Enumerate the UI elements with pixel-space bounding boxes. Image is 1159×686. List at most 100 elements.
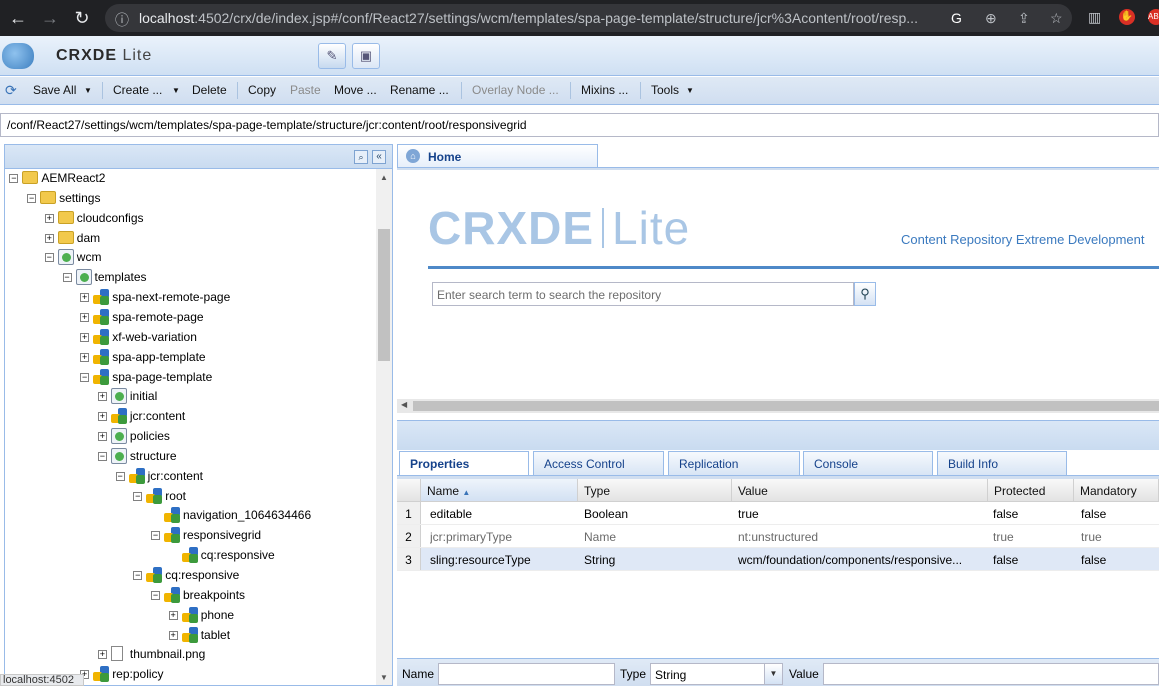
expand-toggle-icon[interactable]: +: [168, 630, 178, 640]
search-icon[interactable]: ⚲: [854, 282, 876, 306]
tree-node[interactable]: − responsivegrid: [5, 526, 371, 546]
copy-button[interactable]: Copy: [248, 83, 276, 97]
collapse-toggle-icon[interactable]: −: [44, 253, 54, 263]
collapse-toggle-icon[interactable]: −: [27, 193, 37, 203]
tree-node[interactable]: + phone: [5, 606, 371, 626]
tree-node[interactable]: + spa-next-remote-page: [5, 288, 371, 308]
paste-button[interactable]: Paste: [290, 83, 321, 97]
expand-toggle-icon[interactable]: +: [97, 650, 107, 660]
expand-toggle-icon[interactable]: +: [168, 610, 178, 620]
tree-scrollbar[interactable]: ▲ ▼: [376, 169, 392, 685]
scroll-up-icon[interactable]: ▲: [380, 173, 388, 182]
tree-node[interactable]: + xf-web-variation: [5, 328, 371, 348]
extension-hand-icon[interactable]: ✋: [1119, 9, 1135, 25]
tree-node[interactable]: − AEMReact2: [5, 169, 371, 189]
expand-toggle-icon[interactable]: +: [80, 293, 90, 303]
table-row[interactable]: 3 sling:resourceType String wcm/foundati…: [397, 548, 1159, 571]
tree-node[interactable]: − wcm: [5, 248, 371, 268]
back-icon[interactable]: ←: [6, 6, 30, 30]
mixins-button[interactable]: Mixins ...: [581, 83, 628, 97]
tree-node[interactable]: + spa-remote-page: [5, 308, 371, 328]
scroll-down-icon[interactable]: ▼: [380, 673, 388, 682]
tree-node[interactable]: − spa-page-template: [5, 368, 371, 388]
expand-toggle-icon[interactable]: +: [97, 412, 107, 422]
column-header-type[interactable]: Type: [578, 479, 732, 502]
forward-icon[interactable]: →: [38, 6, 62, 30]
tree-node[interactable]: − root: [5, 487, 371, 507]
move-button[interactable]: Move ...: [334, 83, 377, 97]
column-header-value[interactable]: Value: [732, 479, 988, 502]
tree-node[interactable]: + tablet: [5, 626, 371, 646]
scroll-left-icon[interactable]: ◀: [401, 400, 407, 409]
delete-button[interactable]: Delete: [192, 83, 227, 97]
collapse-toggle-icon[interactable]: −: [97, 451, 107, 461]
crxde-tools-button[interactable]: ✎: [318, 43, 346, 69]
chevron-down-icon[interactable]: ▼: [764, 664, 782, 684]
tree-node[interactable]: − cq:responsive: [5, 566, 371, 586]
package-manager-button[interactable]: ▣: [352, 43, 380, 69]
scrollbar-thumb[interactable]: [378, 229, 390, 361]
tree-node[interactable]: − breakpoints: [5, 586, 371, 606]
tree-node[interactable]: − settings: [5, 189, 371, 209]
repository-search-input[interactable]: Enter search term to search the reposito…: [432, 282, 854, 306]
zoom-icon[interactable]: ⊕: [985, 10, 997, 27]
expand-toggle-icon[interactable]: +: [44, 233, 54, 243]
expand-toggle-icon[interactable]: +: [80, 352, 90, 362]
tree-node[interactable]: + dam: [5, 229, 371, 249]
refresh-icon[interactable]: ⟳: [5, 82, 17, 99]
tab-properties[interactable]: Properties: [399, 451, 529, 476]
chevron-down-icon[interactable]: ▼: [84, 86, 92, 95]
expand-toggle-icon[interactable]: +: [97, 392, 107, 402]
tree-node[interactable]: + thumbnail.png: [5, 645, 371, 665]
adblock-icon[interactable]: AB: [1148, 9, 1159, 25]
chevron-down-icon[interactable]: ▼: [172, 86, 180, 95]
tree-node[interactable]: − structure: [5, 447, 371, 467]
property-name-input[interactable]: [438, 663, 615, 685]
tree-node[interactable]: − jcr:content: [5, 467, 371, 487]
collapse-toggle-icon[interactable]: −: [115, 471, 125, 481]
tab-access-control[interactable]: Access Control: [533, 451, 664, 475]
expand-toggle-icon[interactable]: +: [80, 332, 90, 342]
collapse-toggle-icon[interactable]: −: [151, 531, 160, 541]
collapse-toggle-icon[interactable]: −: [9, 174, 19, 183]
column-header-mandatory[interactable]: Mandatory: [1074, 479, 1159, 502]
column-header-name[interactable]: Name ▲: [421, 479, 578, 502]
scrollbar-thumb[interactable]: [413, 401, 1159, 411]
google-icon[interactable]: G: [951, 10, 962, 26]
tab-console[interactable]: Console: [803, 451, 933, 475]
collapse-toggle-icon[interactable]: −: [62, 273, 72, 283]
expand-toggle-icon[interactable]: +: [44, 213, 54, 223]
tree-node[interactable]: + spa-app-template: [5, 348, 371, 368]
welcome-scrollbar[interactable]: ◀: [397, 399, 1159, 413]
expand-toggle-icon[interactable]: +: [97, 432, 107, 442]
address-bar[interactable]: ⓘ localhost:4502/crx/de/index.jsp#/conf/…: [105, 4, 1072, 32]
tab-build-info[interactable]: Build Info: [937, 451, 1067, 475]
tree-node[interactable]: cq:responsive: [5, 546, 371, 566]
table-row[interactable]: 2 jcr:primaryType Name nt:unstructured t…: [397, 525, 1159, 548]
share-icon[interactable]: ⇪: [1018, 10, 1030, 27]
tree-node[interactable]: + policies: [5, 427, 371, 447]
table-row[interactable]: 1 editable Boolean true false false: [397, 502, 1159, 525]
collapse-toggle-icon[interactable]: −: [133, 491, 143, 501]
rename-button[interactable]: Rename ...: [390, 83, 449, 97]
collapse-toggle-icon[interactable]: −: [151, 590, 160, 600]
tree-node[interactable]: navigation_1064634466: [5, 506, 371, 526]
info-icon[interactable]: ⓘ: [115, 10, 129, 30]
path-field[interactable]: /conf/React27/settings/wcm/templates/spa…: [0, 113, 1159, 137]
chevron-down-icon[interactable]: ▼: [686, 86, 694, 95]
extension-chart-icon[interactable]: ▥: [1088, 9, 1101, 26]
panel-splitter[interactable]: [397, 420, 1159, 450]
expand-toggle-icon[interactable]: +: [80, 312, 90, 322]
tools-button[interactable]: Tools: [651, 83, 679, 97]
binoculars-icon[interactable]: ⌕: [354, 150, 368, 164]
save-all-button[interactable]: Save All: [33, 83, 76, 97]
collapse-toggle-icon[interactable]: −: [80, 372, 90, 382]
create-button[interactable]: Create ...: [113, 83, 162, 97]
property-type-select[interactable]: String ▼: [650, 663, 783, 685]
collapse-panel-icon[interactable]: «: [372, 150, 386, 164]
tab-home[interactable]: ⌂ Home: [397, 144, 598, 168]
tab-replication[interactable]: Replication: [668, 451, 800, 475]
column-header-protected[interactable]: Protected: [988, 479, 1074, 502]
tree-node[interactable]: − templates: [5, 268, 371, 288]
star-icon[interactable]: ☆: [1050, 10, 1063, 27]
